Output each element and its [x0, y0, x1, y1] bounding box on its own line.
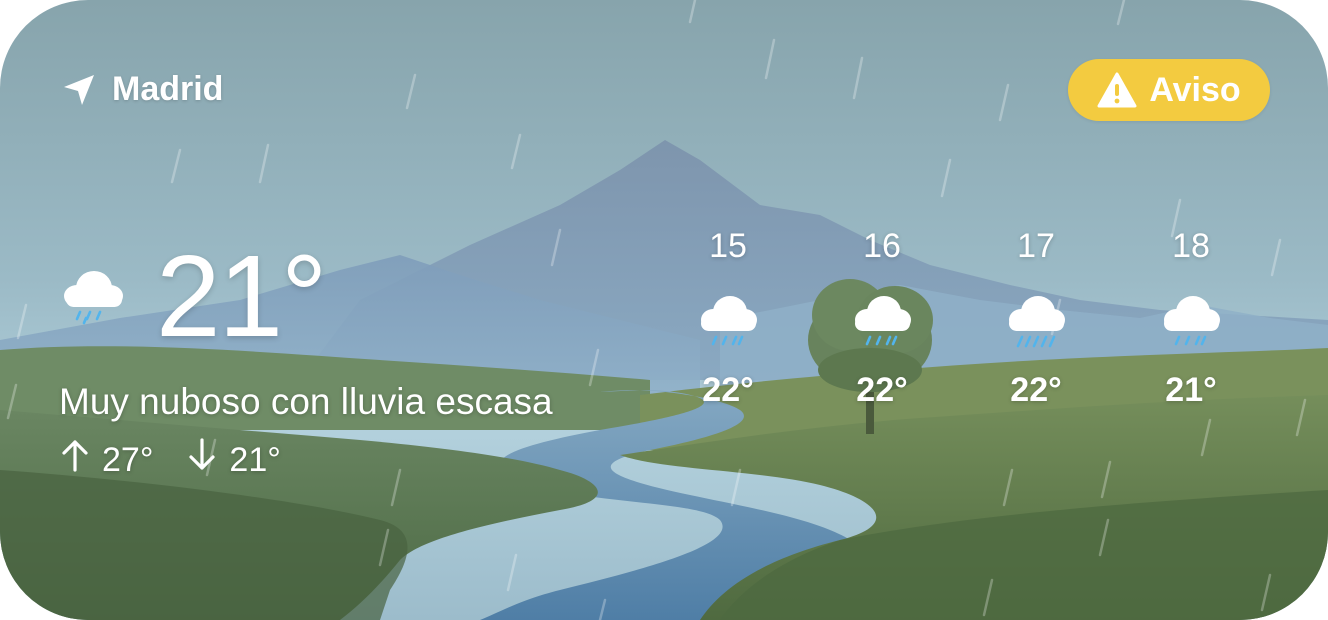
cloud-rain-icon — [60, 262, 126, 331]
forecast-hour-label: 18 — [1172, 227, 1210, 265]
forecast-hour-label: 17 — [1017, 227, 1055, 265]
cloud-rain-icon — [1159, 288, 1223, 354]
arrow-down-icon — [187, 438, 217, 481]
warning-triangle-icon — [1097, 72, 1137, 108]
forecast-hour-label: 16 — [863, 227, 901, 265]
forecast-temp: 22° — [1010, 371, 1062, 409]
location-name: Madrid — [112, 70, 224, 108]
cloud-rain-icon — [696, 288, 760, 354]
weather-widget[interactable]: Madrid Aviso 21° Muy nuboso con lluvia e… — [0, 0, 1328, 620]
alert-button[interactable]: Aviso — [1068, 59, 1270, 121]
location-arrow-icon — [60, 71, 98, 109]
cloud-rain-icon — [850, 288, 914, 354]
forecast-hour[interactable]: 17 22° — [976, 226, 1096, 410]
location-header[interactable]: Madrid — [60, 70, 223, 109]
arrow-up-icon — [60, 438, 90, 481]
high-temp: 27° — [60, 438, 153, 481]
low-temp: 21° — [187, 438, 281, 481]
current-temperature: 21° — [156, 231, 327, 361]
forecast-hour-label: 15 — [709, 227, 747, 265]
cloud-rain-heavy-icon — [1004, 288, 1068, 354]
forecast-hour[interactable]: 18 21° — [1131, 226, 1251, 410]
alert-label: Aviso — [1149, 70, 1241, 109]
condition-text: Muy nuboso con lluvia escasa — [59, 381, 553, 422]
forecast-temp: 22° — [856, 371, 908, 409]
forecast-hour[interactable]: 15 22° — [668, 226, 788, 410]
forecast-hour[interactable]: 16 22° — [822, 226, 942, 410]
low-temp-value: 21° — [229, 440, 281, 479]
forecast-temp: 22° — [702, 371, 754, 409]
forecast-temp: 21° — [1165, 371, 1217, 409]
high-temp-value: 27° — [102, 440, 154, 479]
high-low-temps: 27° 21° — [60, 438, 281, 481]
